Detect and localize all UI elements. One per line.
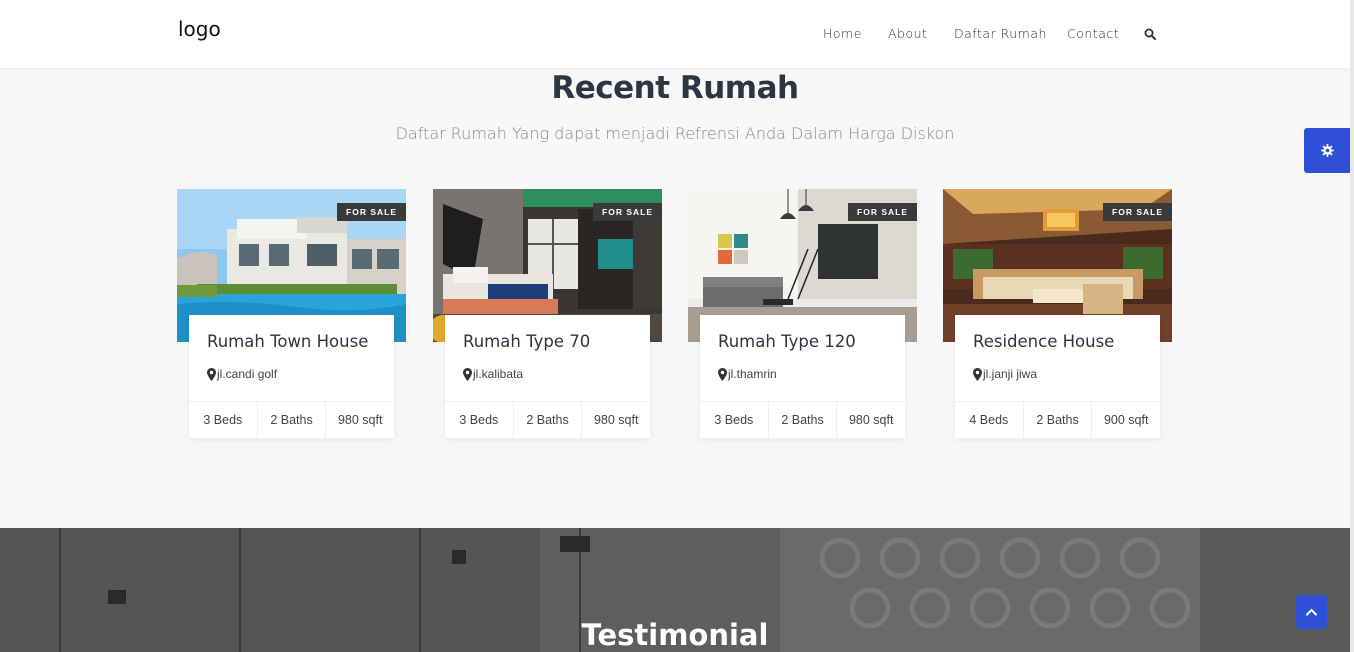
- property-area: 980 sqft: [593, 413, 639, 427]
- property-location: jl.thamrin: [718, 367, 777, 381]
- property-stats: 4 Beds 2 Baths 900 sqft: [955, 401, 1160, 438]
- property-location-text: jl.kalibata: [473, 367, 524, 381]
- property-location: jl.candi golf: [207, 367, 277, 381]
- for-sale-badge: FOR SALE: [1103, 203, 1172, 221]
- property-location: jl.kalibata: [463, 367, 523, 381]
- property-location-text: jl.thamrin: [728, 367, 777, 381]
- property-baths: 2 Baths: [1024, 402, 1093, 438]
- property-beds: 3 Beds: [445, 402, 514, 438]
- property-stats: 3 Beds 2 Baths 980 sqft: [445, 401, 650, 438]
- chevron-up-icon: [1306, 608, 1317, 616]
- scrollbar[interactable]: [1350, 0, 1354, 652]
- property-beds: 4 Beds: [955, 402, 1024, 438]
- property-title[interactable]: Residence House: [973, 332, 1114, 351]
- property-beds: 3 Beds: [189, 402, 258, 438]
- property-card-body: Residence House jl.janji jiwa 4 Beds 2 B…: [955, 315, 1160, 438]
- section-title: Recent Rumah: [551, 70, 799, 106]
- testimonial-section: Testimonial: [0, 528, 1350, 652]
- property-card[interactable]: FOR SALE Rumah Type 120 jl.thamrin 3 Bed…: [688, 189, 917, 439]
- for-sale-badge: FOR SALE: [848, 203, 917, 221]
- nav-home[interactable]: Home: [823, 26, 862, 41]
- map-marker-icon: [463, 367, 472, 381]
- logo[interactable]: logo: [178, 17, 221, 41]
- property-stats: 3 Beds 2 Baths 980 sqft: [189, 401, 394, 438]
- property-stats: 3 Beds 2 Baths 980 sqft: [700, 401, 905, 438]
- map-marker-icon: [207, 367, 216, 381]
- property-area: 980 sqft: [848, 413, 894, 427]
- property-title[interactable]: Rumah Town House: [207, 332, 368, 351]
- for-sale-badge: FOR SALE: [337, 203, 406, 221]
- property-card-body: Rumah Type 120 jl.thamrin 3 Beds 2 Baths…: [700, 315, 905, 438]
- property-card[interactable]: FOR SALE Rumah Town House jl.candi golf …: [177, 189, 406, 439]
- property-card[interactable]: FOR SALE Rumah Type 70 jl.kalibata 3 Bed…: [433, 189, 662, 439]
- property-title[interactable]: Rumah Type 120: [718, 332, 856, 351]
- property-baths: 2 Baths: [769, 402, 838, 438]
- property-title[interactable]: Rumah Type 70: [463, 332, 590, 351]
- gear-icon: [1320, 144, 1334, 157]
- for-sale-badge: FOR SALE: [593, 203, 662, 221]
- property-baths: 2 Baths: [258, 402, 327, 438]
- property-area: 980 sqft: [337, 413, 383, 427]
- property-area: 900 sqft: [1103, 413, 1149, 427]
- property-location-text: jl.candi golf: [217, 367, 278, 381]
- testimonial-title: Testimonial: [581, 618, 769, 652]
- settings-button[interactable]: [1304, 128, 1350, 173]
- property-card[interactable]: FOR SALE Residence House jl.janji jiwa 4…: [943, 189, 1172, 439]
- property-baths: 2 Baths: [514, 402, 583, 438]
- property-location-text: jl.janji jiwa: [983, 367, 1038, 381]
- property-beds: 3 Beds: [700, 402, 769, 438]
- map-marker-icon: [718, 367, 727, 381]
- navbar: logo Home About Daftar Rumah Contact: [0, 0, 1350, 68]
- back-to-top-button[interactable]: [1296, 595, 1327, 629]
- nav-daftar-rumah[interactable]: Daftar Rumah: [954, 26, 1047, 41]
- map-marker-icon: [973, 367, 982, 381]
- nav-contact[interactable]: Contact: [1067, 26, 1119, 41]
- property-card-body: Rumah Type 70 jl.kalibata 3 Beds 2 Baths…: [445, 315, 650, 438]
- section-subtitle: Daftar Rumah Yang dapat menjadi Refrensi…: [395, 124, 955, 143]
- search-icon[interactable]: [1144, 27, 1158, 41]
- property-location: jl.janji jiwa: [973, 367, 1037, 381]
- property-card-body: Rumah Town House jl.candi golf 3 Beds 2 …: [189, 315, 394, 438]
- nav-about[interactable]: About: [888, 26, 927, 41]
